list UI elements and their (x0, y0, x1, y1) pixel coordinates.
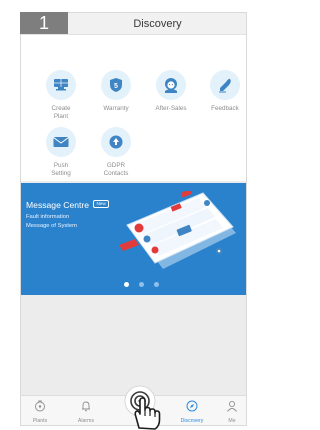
phone-messages-illustration (119, 191, 236, 269)
tab-discovery[interactable]: Discovery (175, 399, 209, 424)
mail-icon (46, 127, 76, 157)
banner-line-system: Message of System (26, 223, 77, 229)
page-title: Discovery (133, 18, 182, 30)
gdpr-upload-icon (101, 127, 131, 157)
tile-label-gdpr-contacts: GDPR Contacts (103, 162, 129, 177)
svg-text:5: 5 (114, 83, 118, 90)
tap-hand-icon (134, 397, 161, 430)
tile-push-setting[interactable]: Push Setting (33, 127, 89, 178)
step-number-badge: 1 (20, 12, 68, 34)
warranty-shield-icon: 5 (101, 70, 131, 100)
tab-plants[interactable]: Plants (23, 399, 57, 424)
tile-create-plant[interactable]: Create Plant (33, 70, 89, 121)
bell-icon (82, 401, 90, 412)
tile-label-after-sales: After-Sales (155, 105, 187, 112)
user-icon (227, 400, 237, 412)
message-centre-banner[interactable]: Message Centre New Fault information Mes… (21, 183, 246, 295)
tab-alarms[interactable]: Alarms (69, 399, 103, 424)
banner-line-fault: Fault information (26, 214, 70, 220)
tile-label-warranty: Warranty (103, 105, 129, 112)
tile-gdpr-contacts[interactable]: GDPR Contacts (88, 127, 144, 178)
banner-title: Message Centre New (26, 200, 109, 210)
after-sales-person-icon (156, 70, 186, 100)
tile-label-push-setting: Push Setting (51, 162, 71, 177)
tile-warranty[interactable]: 5 Warranty (88, 70, 144, 113)
tab-label-me: Me (228, 418, 236, 424)
tab-label-alarms: Alarms (77, 418, 95, 424)
feedback-pen-icon (210, 70, 240, 100)
tile-feedback[interactable]: Feedback (197, 70, 246, 113)
create-plant-icon (46, 70, 76, 100)
discovery-grid: Create Plant 5 Warranty After-Sales Feed… (21, 35, 246, 181)
tab-label-plants: Plants (32, 418, 48, 424)
tab-label-discovery: Discovery (180, 418, 204, 424)
plants-icon (35, 400, 45, 412)
banner-title-text: Message Centre (26, 200, 90, 210)
phone-screen: Discovery Create Plant 5 Warranty After-… (20, 12, 247, 426)
tile-label-feedback: Feedback (211, 105, 239, 112)
tile-after-sales[interactable]: After-Sales (143, 70, 199, 113)
tile-label-create-plant: Create Plant (51, 105, 71, 120)
carousel-dot-2[interactable] (139, 282, 144, 287)
tab-me[interactable]: Me (215, 399, 246, 424)
carousel-dot-1[interactable] (124, 282, 129, 287)
compass-icon (186, 400, 198, 412)
carousel-dot-3[interactable] (154, 282, 159, 287)
new-badge: New (93, 200, 109, 208)
